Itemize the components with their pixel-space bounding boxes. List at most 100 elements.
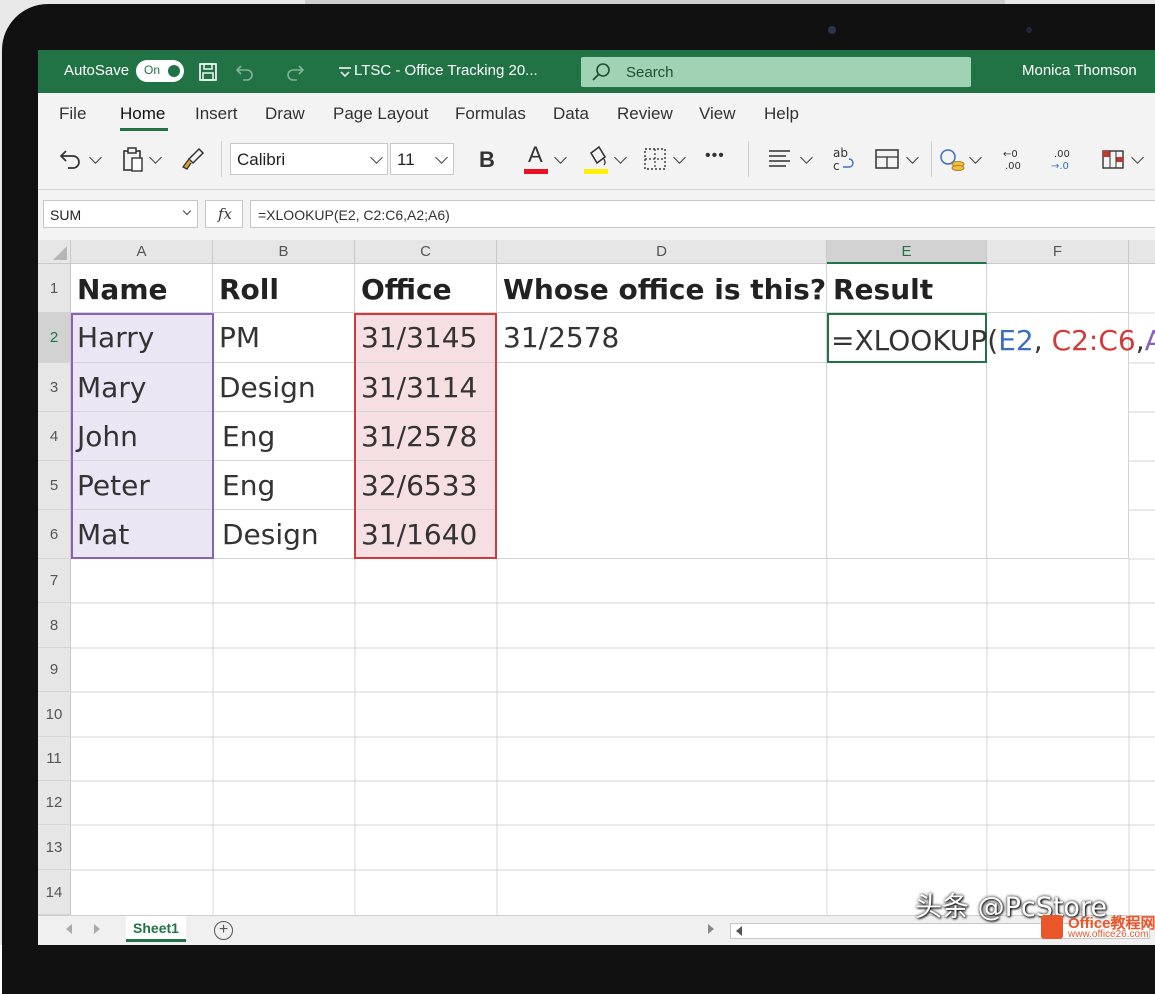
cell-a5[interactable]: Peter (71, 461, 213, 510)
chevron-down-icon[interactable] (1131, 151, 1144, 164)
cell-b4[interactable]: Eng (213, 412, 355, 461)
wrap-text-icon[interactable]: ab c (831, 145, 857, 175)
row-header-6[interactable]: 6 (38, 510, 71, 559)
row-header-11[interactable]: 11 (38, 737, 71, 781)
sheet-prev-icon[interactable] (66, 924, 72, 934)
chevron-down-icon[interactable] (800, 151, 813, 164)
cell-e1[interactable]: Result (827, 264, 987, 313)
document-title[interactable]: LTSC - Office Tracking 20... (354, 62, 538, 79)
cell-c5[interactable]: 32/6533 (355, 461, 497, 510)
undo-icon[interactable] (235, 62, 255, 82)
tab-insert[interactable]: Insert (195, 104, 238, 124)
cell-c6[interactable]: 31/1640 (355, 510, 497, 559)
cell-b1[interactable]: Roll (213, 264, 355, 313)
user-name[interactable]: Monica Thomson (1022, 62, 1137, 79)
save-icon[interactable] (198, 62, 218, 82)
column-header-d[interactable]: D (497, 240, 827, 264)
cell-b5[interactable]: Eng (213, 461, 355, 510)
format-painter-icon[interactable] (179, 145, 207, 175)
cell-a4[interactable]: John (71, 412, 213, 461)
scroll-left-icon[interactable] (736, 926, 742, 936)
row-header-5[interactable]: 5 (38, 461, 71, 510)
cell-e2-edit-formula[interactable]: =XLOOKUP(E2, C2:C6,A2; (831, 324, 1155, 357)
clipboard-icon[interactable] (120, 145, 148, 175)
increase-decimal-icon[interactable]: .00 →.0 (1048, 145, 1076, 175)
chevron-down-icon[interactable] (673, 151, 686, 164)
tab-formulas[interactable]: Formulas (455, 104, 526, 124)
row-header-14[interactable]: 14 (38, 870, 71, 915)
tab-home[interactable]: Home (120, 104, 165, 124)
chevron-down-icon[interactable] (614, 151, 627, 164)
cells-e3-e6[interactable] (827, 363, 987, 559)
column-header-g[interactable] (1129, 240, 1155, 264)
cell-c1[interactable]: Office (355, 264, 497, 313)
cell-a6[interactable]: Mat (71, 510, 213, 559)
borders-icon[interactable] (643, 145, 669, 175)
cell-c3[interactable]: 31/3114 (355, 363, 497, 412)
redo-icon[interactable] (285, 62, 305, 82)
cell-c4[interactable]: 31/2578 (355, 412, 497, 461)
row-header-8[interactable]: 8 (38, 603, 71, 648)
insert-function-button[interactable]: fx (205, 200, 243, 228)
cell-a1[interactable]: Name (71, 264, 213, 313)
cell-b2[interactable]: PM (213, 313, 355, 363)
cell-a2[interactable]: Harry (71, 313, 213, 363)
number-format-icon[interactable] (938, 145, 966, 175)
formula-input[interactable]: =XLOOKUP(E2, C2:C6,A2;A6) (250, 200, 1155, 228)
tab-review[interactable]: Review (617, 104, 673, 124)
font-size-dropdown[interactable]: 11 (390, 143, 454, 175)
sheet-tab-sheet1[interactable]: Sheet1 (126, 916, 186, 942)
name-box[interactable]: SUM (43, 200, 198, 228)
select-all-button[interactable] (38, 240, 71, 264)
font-color-button[interactable]: A (528, 142, 543, 172)
scroll-handle-icon[interactable] (708, 924, 714, 934)
conditional-format-icon[interactable] (1100, 145, 1128, 175)
cell-c2[interactable]: 31/3145 (355, 313, 497, 363)
more-options-button[interactable]: ••• (705, 147, 725, 177)
sheet-next-icon[interactable] (94, 924, 100, 934)
chevron-down-icon[interactable] (906, 151, 919, 164)
row-header-13[interactable]: 13 (38, 825, 71, 870)
row-header-4[interactable]: 4 (38, 412, 71, 461)
chevron-down-icon[interactable] (149, 151, 162, 164)
font-name-dropdown[interactable]: Calibri (230, 143, 388, 175)
column-header-c[interactable]: C (355, 240, 497, 264)
cells-d3-d6[interactable] (497, 363, 827, 559)
tab-file[interactable]: File (59, 104, 86, 124)
chevron-down-icon[interactable] (89, 151, 102, 164)
tab-data[interactable]: Data (553, 104, 589, 124)
autosave-toggle[interactable]: On (136, 60, 184, 82)
tab-view[interactable]: View (699, 104, 736, 124)
row-header-7[interactable]: 7 (38, 559, 71, 603)
undo-icon[interactable] (58, 145, 84, 175)
bold-button[interactable]: B (479, 147, 495, 177)
column-header-f[interactable]: F (987, 240, 1129, 264)
column-header-a[interactable]: A (71, 240, 213, 264)
chevron-down-icon[interactable] (969, 151, 982, 164)
cell-b6[interactable]: Design (213, 510, 355, 559)
cell-a3[interactable]: Mary (71, 363, 213, 412)
add-sheet-button[interactable]: + (214, 921, 233, 940)
column-header-e[interactable]: E (827, 240, 987, 264)
spreadsheet-grid[interactable]: A B C D E F 1 2 3 4 5 6 7 8 9 10 11 12 1… (38, 240, 1155, 915)
search-box[interactable]: Search (581, 57, 971, 87)
cell-f1[interactable] (987, 264, 1129, 313)
cell-d2[interactable]: 31/2578 (497, 313, 827, 363)
decrease-decimal-icon[interactable]: ←0 .00 (1000, 145, 1028, 175)
row-header-3[interactable]: 3 (38, 363, 71, 412)
merge-cells-icon[interactable] (874, 145, 902, 175)
tab-draw[interactable]: Draw (265, 104, 305, 124)
chevron-down-icon[interactable] (554, 151, 567, 164)
align-icon[interactable] (766, 145, 794, 175)
quick-access-chevron-icon[interactable] (335, 62, 355, 82)
row-header-2[interactable]: 2 (38, 313, 71, 363)
row-header-1[interactable]: 1 (38, 264, 71, 313)
tab-help[interactable]: Help (764, 104, 799, 124)
row-header-9[interactable]: 9 (38, 648, 71, 692)
row-header-12[interactable]: 12 (38, 781, 71, 825)
cell-b3[interactable]: Design (213, 363, 355, 412)
row-header-10[interactable]: 10 (38, 692, 71, 737)
tab-page-layout[interactable]: Page Layout (333, 104, 428, 124)
cell-d1[interactable]: Whose office is this? (497, 264, 827, 313)
column-header-b[interactable]: B (213, 240, 355, 264)
